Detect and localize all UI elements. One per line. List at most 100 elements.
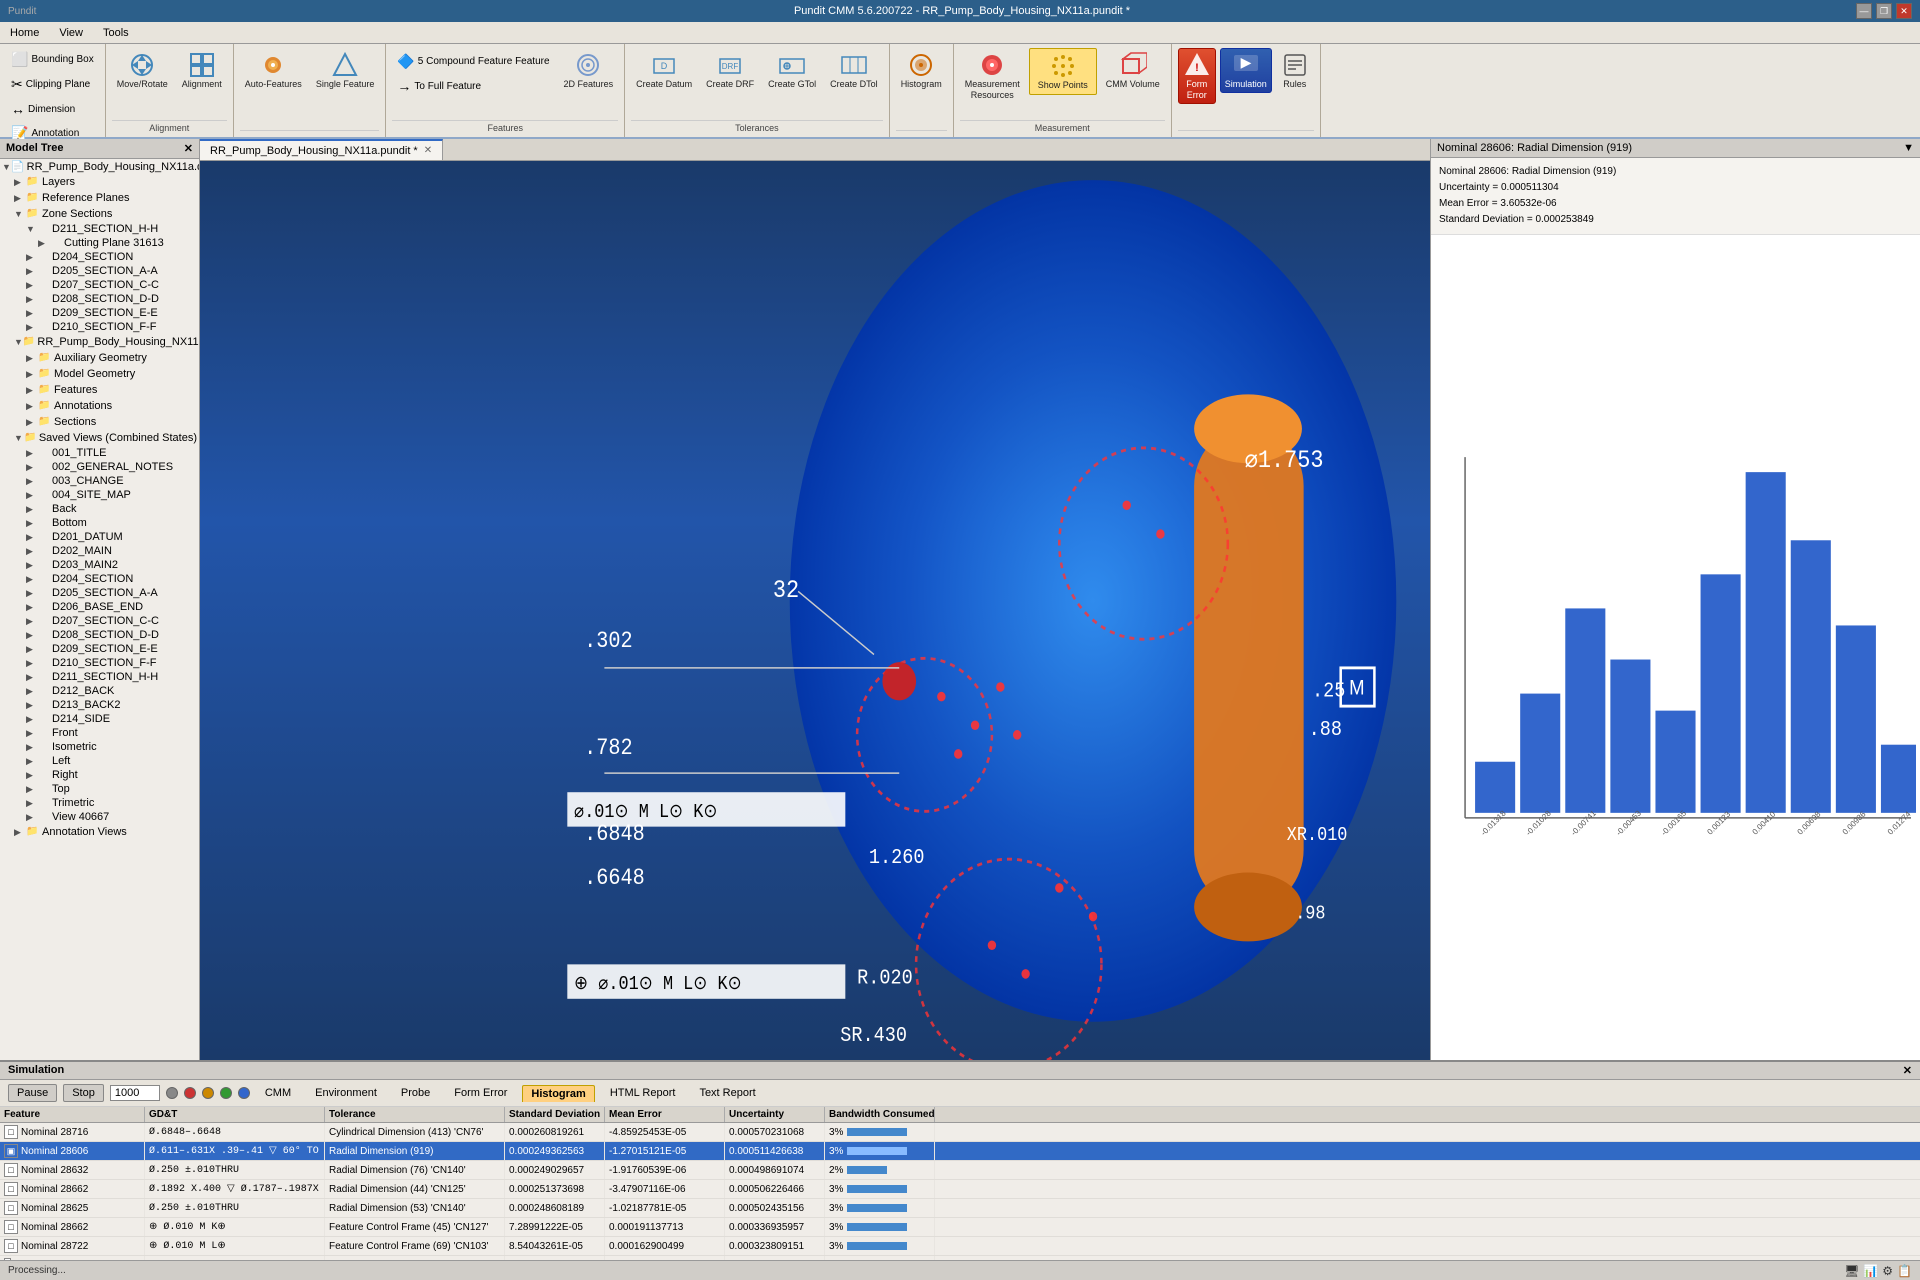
tree-item-sv-d210[interactable]: ▶ D210_SECTION_F-F [0, 656, 199, 670]
2d-features-button[interactable]: 2D Features [559, 48, 619, 93]
create-gtol-button[interactable]: Create GTol [763, 48, 821, 93]
compound-feature-button[interactable]: 🔷 5 Compound Feature Feature [392, 50, 554, 73]
bounding-box-button[interactable]: ⬜ Bounding Box [6, 48, 99, 71]
tree-item-layers[interactable]: ▶Layers [0, 174, 199, 190]
table-row[interactable]: □ Nominal 28722 ⊕ Ø.010 M L⊕ Feature Con… [0, 1237, 1920, 1256]
table-row[interactable]: □ Nominal 28662 ⊕ Ø.010 M K⊕ Feature Con… [0, 1218, 1920, 1237]
create-drf-button[interactable]: DRF Create DRF [701, 48, 759, 93]
minimize-button[interactable]: — [1856, 3, 1872, 19]
table-row[interactable]: □ Nominal 28662 Ø.1892 X.400 ▽ Ø.1787–.1… [0, 1180, 1920, 1199]
tree-item-saved-views[interactable]: ▼Saved Views (Combined States) [0, 430, 199, 446]
rules-button[interactable]: Rules [1276, 48, 1314, 93]
tree-item-sv-d207[interactable]: ▶ D207_SECTION_C-C [0, 614, 199, 628]
tree-item-sv-d213[interactable]: ▶ D213_BACK2 [0, 698, 199, 712]
tree-item-sv-d205[interactable]: ▶ D205_SECTION_A-A [0, 586, 199, 600]
tree-item-model-geom[interactable]: ▶Model Geometry [0, 366, 199, 382]
menu-tools[interactable]: Tools [93, 22, 139, 43]
table-row[interactable]: □ Nominal 28625 Ø.250 ±.010THRU Radial D… [0, 1199, 1920, 1218]
viewport[interactable]: .302 .782 .6848 .6648 ⌀.01⊙ M L⊙ K⊙ ⊕ ⌀.… [200, 161, 1430, 1060]
to-full-feature-button[interactable]: → To Full Feature [392, 75, 554, 97]
tab-cmm[interactable]: CMM [256, 1084, 300, 1102]
tab-html-report[interactable]: HTML Report [601, 1084, 685, 1102]
tree-item-sv-d208[interactable]: ▶ D208_SECTION_D-D [0, 628, 199, 642]
tree-item-aux-geom[interactable]: ▶Auxiliary Geometry [0, 350, 199, 366]
tree-item-sv-isometric[interactable]: ▶ Isometric [0, 740, 199, 754]
tab-form-error[interactable]: Form Error [445, 1084, 516, 1102]
cmm-volume-button[interactable]: CMM Volume [1101, 48, 1165, 93]
table-row[interactable]: ▣ Nominal 28606 Ø.611–.631X .39–.41 ▽ 60… [0, 1142, 1920, 1161]
table-row[interactable]: □ Nominal 28662 - Nominal 28771 6.930–6.… [0, 1256, 1920, 1260]
tree-item-d207[interactable]: ▶ D207_SECTION_C-C [0, 278, 199, 292]
measurement-resources-button[interactable]: MeasurementResources [960, 48, 1025, 104]
tree-item-sv-d204[interactable]: ▶ D204_SECTION [0, 572, 199, 586]
model-tree-content[interactable]: ▼📄RR_Pump_Body_Housing_NX11a.qif▶Layers▶… [0, 159, 199, 1060]
pause-button[interactable]: Pause [8, 1084, 57, 1102]
cycles-input[interactable] [110, 1085, 160, 1101]
tree-item-features[interactable]: ▶Features [0, 382, 199, 398]
viewport-tab-main[interactable]: RR_Pump_Body_Housing_NX11a.pundit * ✕ [200, 139, 443, 160]
tree-item-d204[interactable]: ▶ D204_SECTION [0, 250, 199, 264]
single-feature-button[interactable]: Single Feature [311, 48, 380, 93]
data-table[interactable]: Feature GD&T Tolerance Standard Deviatio… [0, 1107, 1920, 1260]
show-points-button[interactable]: Show Points [1029, 48, 1097, 95]
table-row[interactable]: □ Nominal 28716 Ø.6848–.6648 Cylindrical… [0, 1123, 1920, 1142]
tree-item-cp31613[interactable]: ▶ Cutting Plane 31613 [0, 236, 199, 250]
tree-item-d209[interactable]: ▶ D209_SECTION_E-E [0, 306, 199, 320]
tree-item-zone-sections[interactable]: ▼Zone Sections [0, 206, 199, 222]
tree-item-d210[interactable]: ▶ D210_SECTION_F-F [0, 320, 199, 334]
clipping-plane-button[interactable]: ✂ Clipping Plane [6, 73, 99, 96]
tree-item-sv-front[interactable]: ▶ Front [0, 726, 199, 740]
tree-item-sv-d209[interactable]: ▶ D209_SECTION_E-E [0, 642, 199, 656]
create-datum-button[interactable]: D Create Datum [631, 48, 697, 93]
tree-item-sv-back[interactable]: ▶ Back [0, 502, 199, 516]
create-dtol-button[interactable]: Create DTol [825, 48, 883, 93]
model-tree-close-icon[interactable]: ✕ [184, 142, 193, 155]
tree-item-sv-top[interactable]: ▶ Top [0, 782, 199, 796]
tree-item-d208[interactable]: ▶ D208_SECTION_D-D [0, 292, 199, 306]
close-button[interactable]: ✕ [1896, 3, 1912, 19]
tree-item-rr-pump[interactable]: ▼RR_Pump_Body_Housing_NX11 [0, 334, 199, 350]
menu-view[interactable]: View [49, 22, 93, 43]
tree-item-sv-trimetric[interactable]: ▶ Trimetric [0, 796, 199, 810]
dimension-button[interactable]: ↔ Dimension [6, 98, 99, 120]
tree-item-ref-planes[interactable]: ▶Reference Planes [0, 190, 199, 206]
create-sampling-button[interactable]: Histogram [896, 48, 947, 93]
tree-item-sv-d206[interactable]: ▶ D206_BASE_END [0, 600, 199, 614]
table-row[interactable]: □ Nominal 28632 Ø.250 ±.010THRU Radial D… [0, 1161, 1920, 1180]
tree-item-sv-d201[interactable]: ▶ D201_DATUM [0, 530, 199, 544]
tree-item-sv-d203[interactable]: ▶ D203_MAIN2 [0, 558, 199, 572]
tab-text-report[interactable]: Text Report [690, 1084, 764, 1102]
tree-item-sv-d212[interactable]: ▶ D212_BACK [0, 684, 199, 698]
tree-item-sv-d214[interactable]: ▶ D214_SIDE [0, 712, 199, 726]
auto-features-button[interactable]: Auto-Features [240, 48, 307, 93]
alignment-button[interactable]: Alignment [177, 48, 227, 93]
tree-item-d211[interactable]: ▼ D211_SECTION_H-H [0, 222, 199, 236]
tree-item-sections[interactable]: ▶Sections [0, 414, 199, 430]
tree-item-sv-d211[interactable]: ▶ D211_SECTION_H-H [0, 670, 199, 684]
tree-item-sv-004[interactable]: ▶ 004_SITE_MAP [0, 488, 199, 502]
simulation-button[interactable]: ▶ Simulation [1220, 48, 1272, 93]
tab-probe[interactable]: Probe [392, 1084, 439, 1102]
simulation-close-icon[interactable]: ✕ [1903, 1064, 1912, 1077]
tree-item-sv-left[interactable]: ▶ Left [0, 754, 199, 768]
viewport-tab-close-icon[interactable]: ✕ [424, 145, 432, 156]
tree-item-sv-bottom[interactable]: ▶ Bottom [0, 516, 199, 530]
stop-button[interactable]: Stop [63, 1084, 104, 1102]
tree-item-annotation-views[interactable]: ▶Annotation Views [0, 824, 199, 840]
tree-item-sv-view40667[interactable]: ▶ View 40667 [0, 810, 199, 824]
tab-environment[interactable]: Environment [306, 1084, 386, 1102]
tree-item-sv-right[interactable]: ▶ Right [0, 768, 199, 782]
form-error-button[interactable]: ! FormError [1178, 48, 1216, 104]
tree-item-annotations[interactable]: ▶Annotations [0, 398, 199, 414]
restore-button[interactable]: ❐ [1876, 3, 1892, 19]
tree-item-sv-002[interactable]: ▶ 002_GENERAL_NOTES [0, 460, 199, 474]
tree-item-d205[interactable]: ▶ D205_SECTION_A-A [0, 264, 199, 278]
tree-item-sv-003[interactable]: ▶ 003_CHANGE [0, 474, 199, 488]
right-panel-collapse-icon[interactable]: ▼ [1903, 142, 1914, 154]
move-rotate-button[interactable]: Move/Rotate [112, 48, 173, 93]
tree-item-root[interactable]: ▼📄RR_Pump_Body_Housing_NX11a.qif [0, 159, 199, 174]
tab-histogram[interactable]: Histogram [522, 1085, 594, 1102]
tree-item-sv-d202[interactable]: ▶ D202_MAIN [0, 544, 199, 558]
menu-home[interactable]: Home [0, 22, 49, 43]
tree-item-sv-001[interactable]: ▶ 001_TITLE [0, 446, 199, 460]
